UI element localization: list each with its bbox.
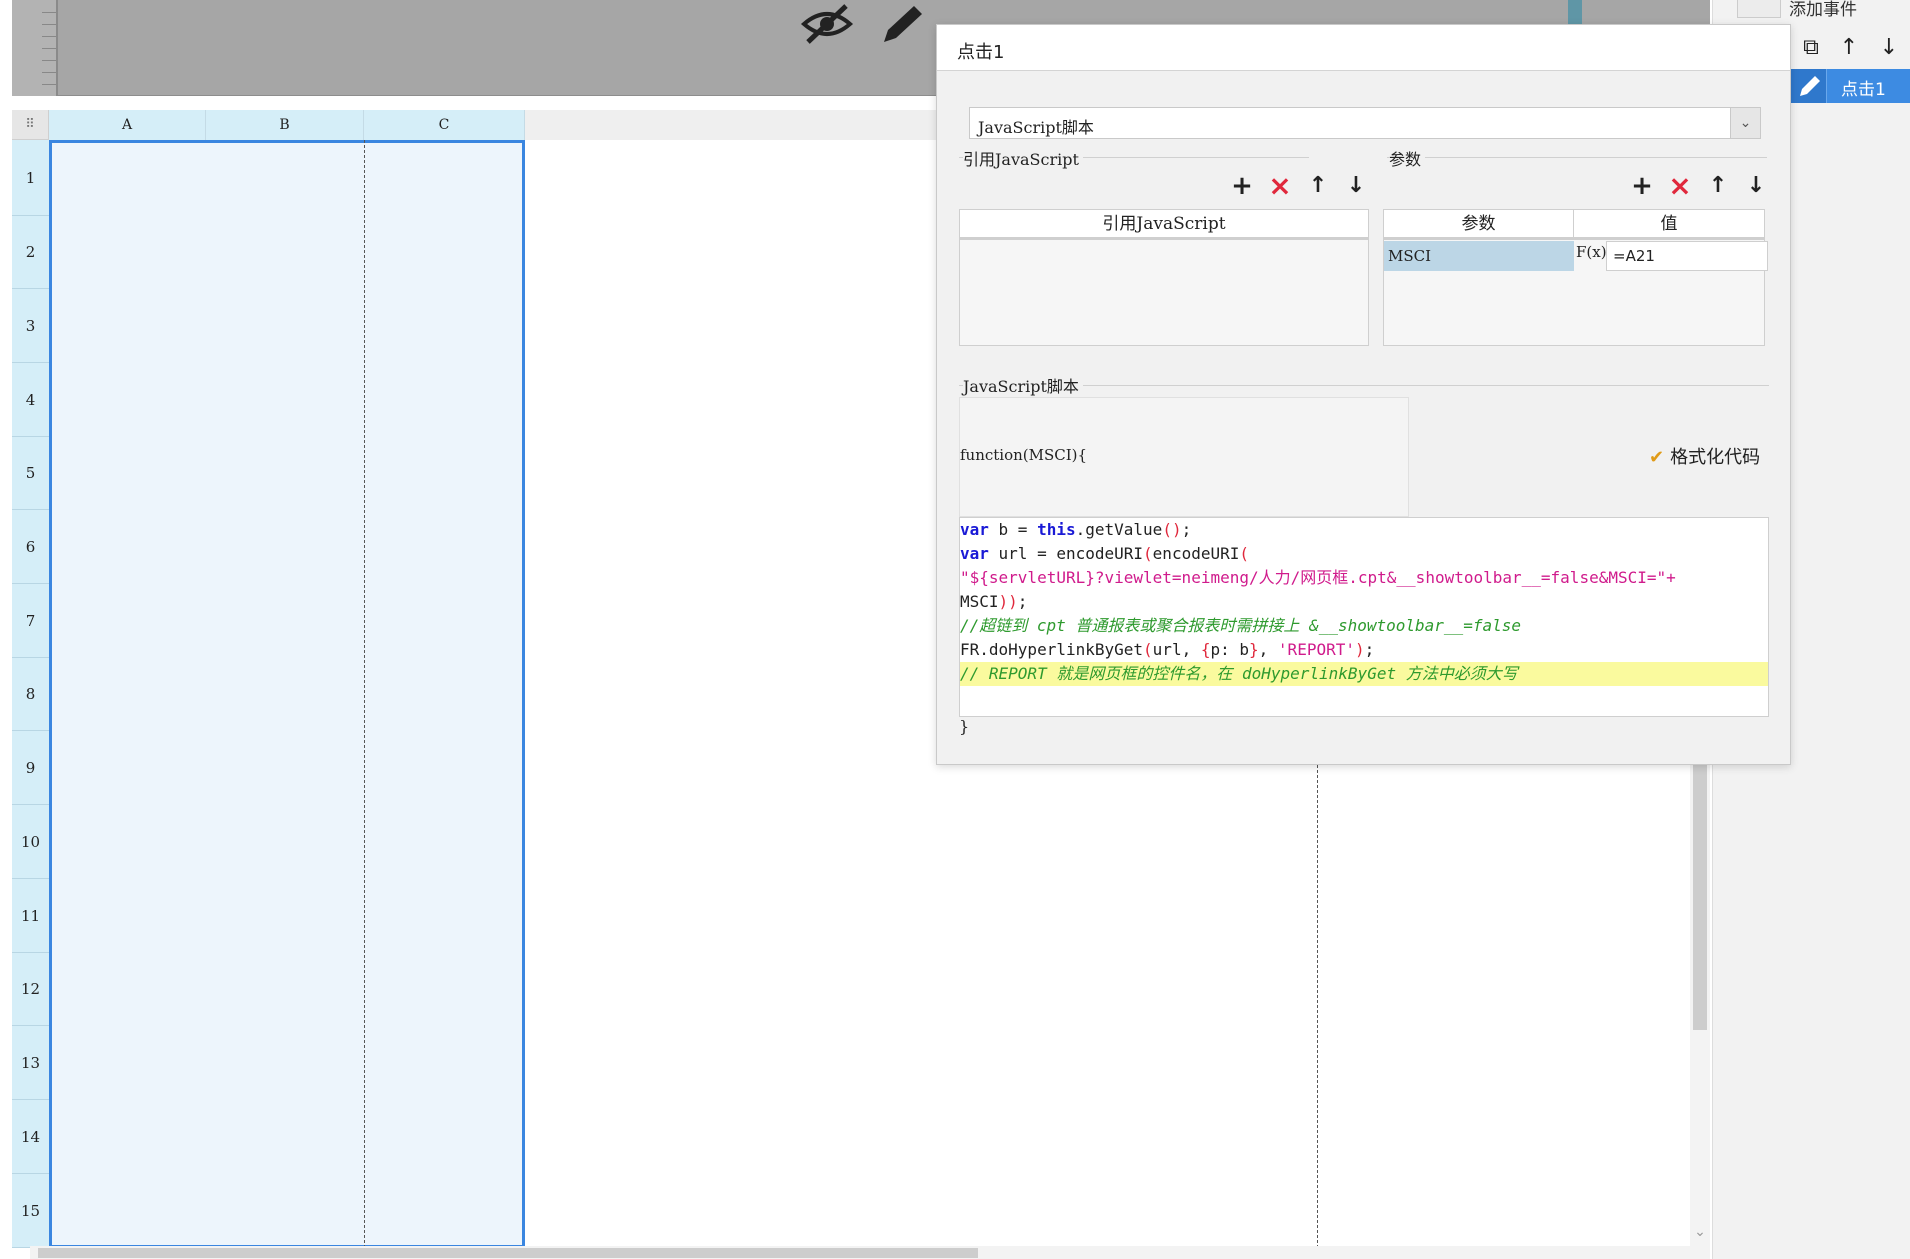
chevron-down-icon[interactable]: ⌄ [1730, 108, 1760, 138]
format-code-button[interactable]: ✔ 格式化代码 [1649, 443, 1760, 469]
move-up-icon[interactable]: ↑ [1833, 33, 1865, 63]
pencil-icon [1791, 69, 1827, 103]
row-header[interactable]: 2 [12, 216, 49, 289]
event-list-item[interactable]: 点击1 [1791, 69, 1910, 103]
copy-icon[interactable]: ⧉ [1795, 33, 1827, 63]
eye-slash-icon[interactable] [800, 2, 854, 46]
table-row[interactable]: MSCI F(x) =A21 [1384, 241, 1769, 271]
cell-selection[interactable] [49, 140, 525, 1248]
group-label: 参数 [1389, 146, 1426, 170]
row-header[interactable]: 5 [12, 437, 49, 510]
delete-icon[interactable]: × [1665, 171, 1695, 201]
code-line-6: FR.doHyperlinkByGet(url, {p: b}, 'REPORT… [960, 640, 1375, 659]
code-line-3: "${servletURL}?viewlet=neimeng/人力/网页框.cp… [960, 568, 1676, 587]
code-line-2: var url = encodeURI(encodeURI( [960, 544, 1250, 563]
params-column-header: 值 [1574, 210, 1764, 240]
designer-window: ⠿ A B C D 1 2 3 4 5 6 7 8 9 10 11 12 13 … [0, 0, 1910, 1259]
row-header[interactable]: 4 [12, 363, 49, 437]
row-header[interactable]: 15 [12, 1174, 49, 1248]
ref-js-list[interactable]: 引用JavaScript [959, 209, 1369, 346]
add-icon[interactable]: + [1227, 171, 1257, 201]
row-header[interactable]: 9 [12, 731, 49, 805]
scroll-thumb[interactable] [1693, 720, 1707, 1030]
column-header[interactable]: C [364, 110, 525, 140]
code-line-1: var b = this.getValue(); [960, 520, 1192, 539]
event-type-value: JavaScript脚本 [978, 118, 1094, 137]
page-break-line [364, 140, 365, 1248]
group-divider [1387, 157, 1767, 158]
row-header[interactable]: 7 [12, 584, 49, 658]
move-down-icon[interactable]: ↓ [1741, 171, 1771, 201]
code-line-4: MSCI)); [960, 592, 1028, 611]
select-all-corner[interactable]: ⠿ [12, 110, 49, 140]
function-header: function(MSCI){ [959, 397, 1409, 517]
horizontal-scrollbar[interactable] [30, 1246, 1710, 1259]
column-header[interactable]: A [49, 110, 206, 140]
function-signature: function(MSCI){ [960, 446, 1088, 464]
brush-icon: ✔ [1649, 447, 1665, 468]
param-value-input[interactable]: =A21 [1606, 241, 1768, 271]
params-table[interactable]: 参数 值 MSCI F(x) =A21 [1383, 209, 1768, 346]
preview-marker [1568, 0, 1582, 26]
format-code-label: 格式化代码 [1670, 447, 1761, 468]
formula-icon[interactable]: F(x) [1576, 241, 1607, 271]
row-header[interactable]: 10 [12, 805, 49, 879]
row-header[interactable]: 13 [12, 1026, 49, 1100]
code-line-5: //超链到 cpt 普通报表或聚合报表时需拼接上 &__showtoolbar_… [960, 616, 1521, 635]
row-header[interactable]: 11 [12, 879, 49, 953]
pencil-icon[interactable] [874, 2, 928, 46]
row-header[interactable]: 3 [12, 289, 49, 363]
code-line-7: // REPORT 就是网页框的控件名，在 doHyperlinkByGet 方… [960, 662, 1768, 686]
delete-icon[interactable]: × [1265, 171, 1295, 201]
dialog-title: 点击1 [937, 25, 1790, 71]
ref-js-column-header: 引用JavaScript [960, 210, 1368, 240]
event-dialog: 点击1 JavaScript脚本 ⌄ 引用JavaScript + × ↑ ↓ … [936, 24, 1791, 765]
row-header[interactable]: 12 [12, 953, 49, 1026]
panel-title: 添加事件 [1789, 0, 1857, 20]
move-down-icon[interactable]: ↓ [1873, 33, 1905, 63]
move-up-icon[interactable]: ↑ [1303, 171, 1333, 201]
event-type-select[interactable]: JavaScript脚本 ⌄ [969, 107, 1761, 139]
add-icon[interactable]: + [1627, 171, 1657, 201]
row-header[interactable]: 6 [12, 510, 49, 584]
code-editor[interactable]: var b = this.getValue(); var url = encod… [959, 517, 1769, 717]
params-column-header: 参数 [1384, 210, 1574, 240]
scroll-down-icon[interactable]: ⌄ [1690, 1224, 1710, 1240]
group-label: 引用JavaScript [963, 146, 1083, 170]
row-header[interactable]: 1 [12, 140, 49, 216]
event-label: 点击1 [1841, 80, 1886, 100]
group-label: JavaScript脚本 [963, 373, 1083, 397]
row-header[interactable]: 8 [12, 658, 49, 731]
column-header[interactable]: B [206, 110, 364, 140]
panel-tab[interactable] [1737, 0, 1781, 18]
move-down-icon[interactable]: ↓ [1341, 171, 1371, 201]
move-up-icon[interactable]: ↑ [1703, 171, 1733, 201]
vertical-ruler [12, 0, 58, 96]
function-closing: } [959, 717, 970, 736]
row-header[interactable]: 14 [12, 1100, 49, 1174]
param-name-cell[interactable]: MSCI [1384, 241, 1574, 271]
scroll-thumb[interactable] [38, 1248, 978, 1258]
